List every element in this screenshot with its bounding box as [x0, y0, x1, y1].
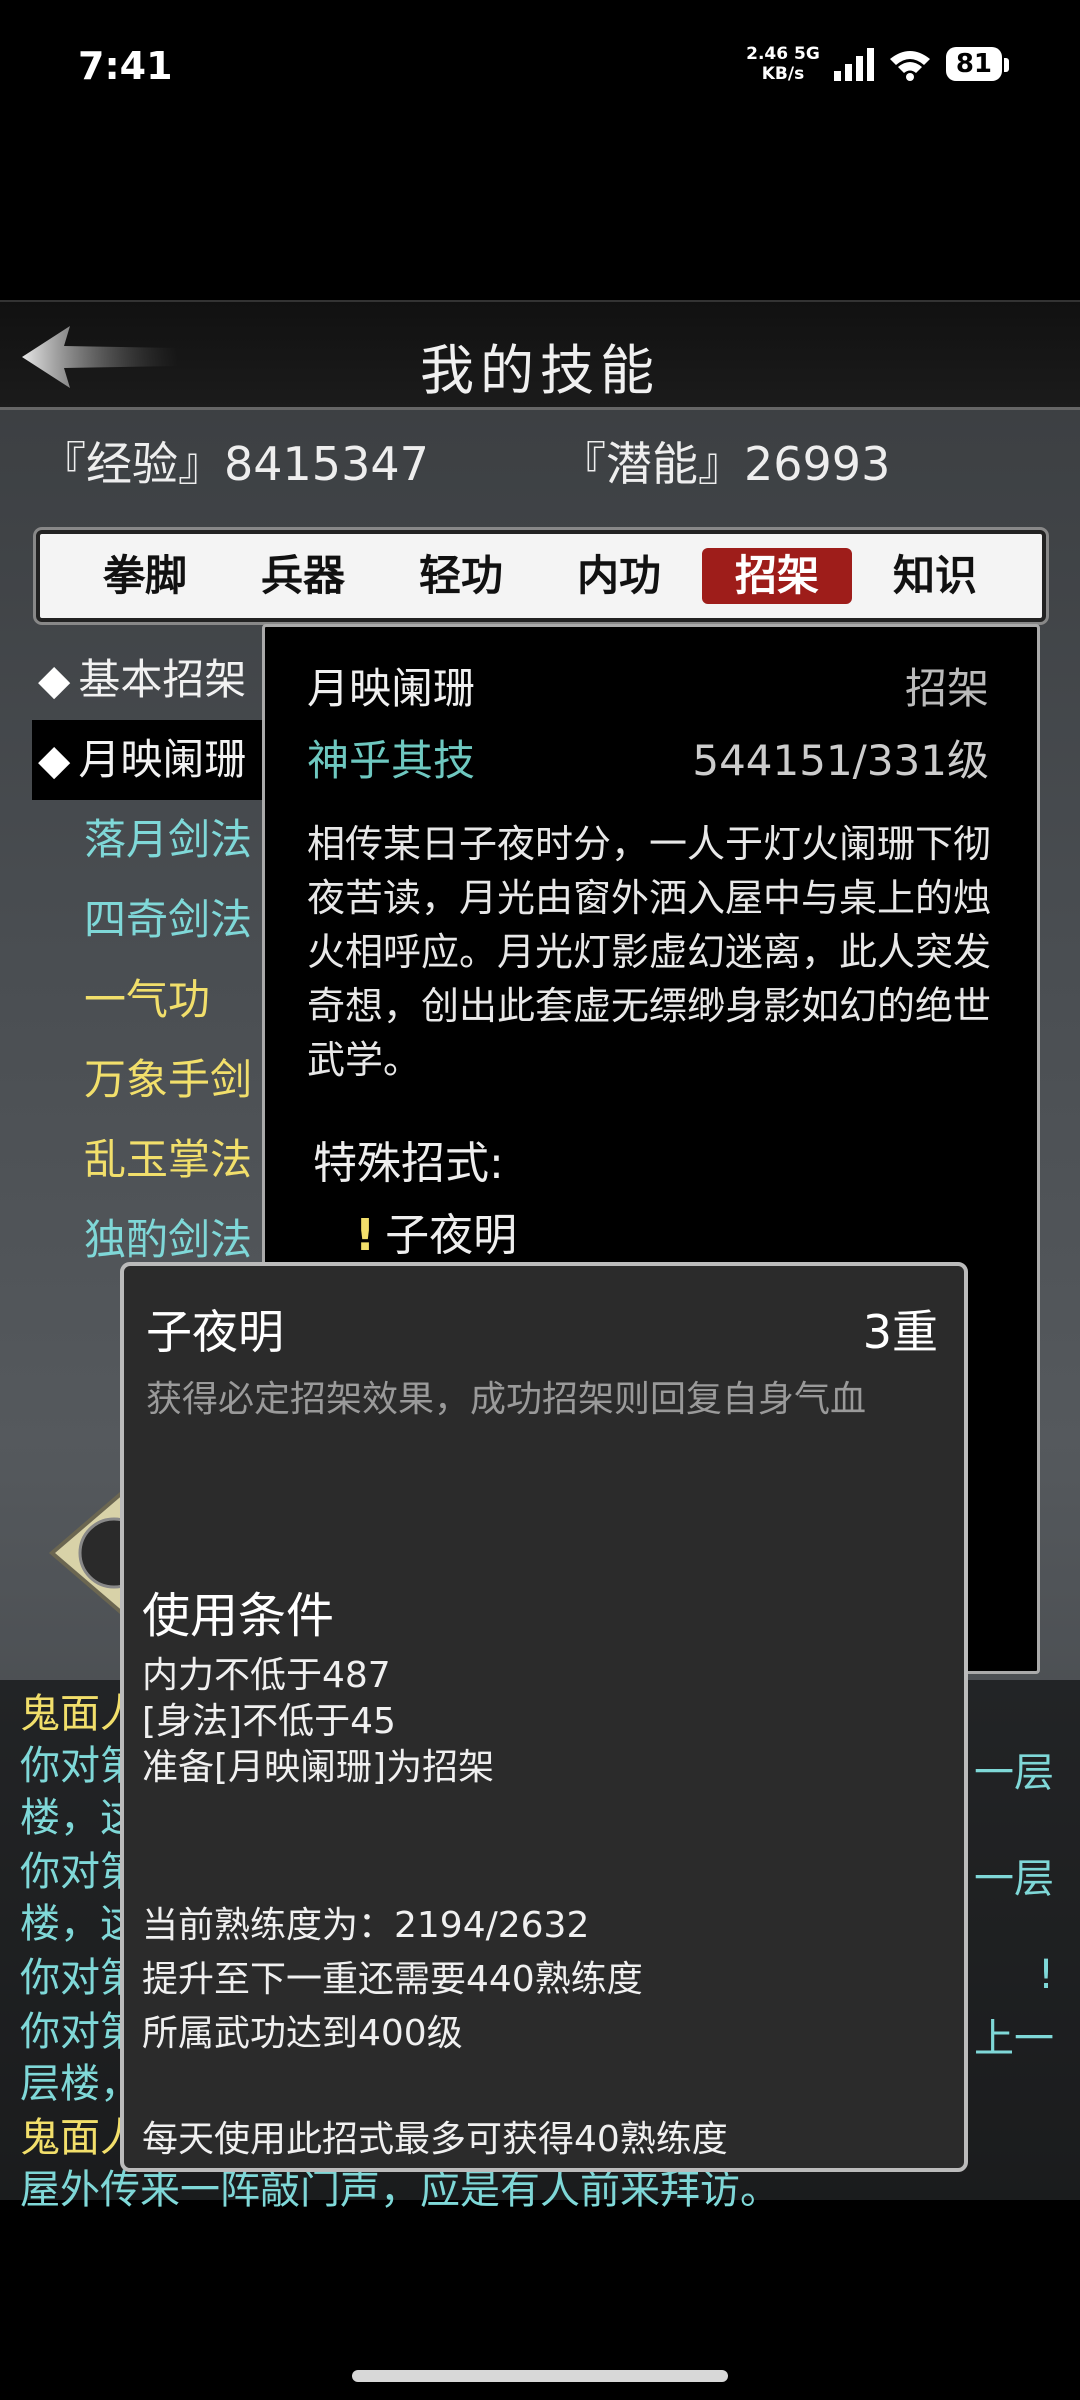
- skill-item[interactable]: ◆ 基本招架: [32, 640, 272, 720]
- skill-item[interactable]: 乱玉掌法: [32, 1120, 272, 1200]
- special-moves-title: 特殊招式:: [313, 1138, 504, 1189]
- skill-item[interactable]: 落月剑法: [32, 800, 272, 880]
- signal-icon: [833, 47, 874, 81]
- condition-item: 内力不低于487: [142, 1655, 391, 1696]
- battery-icon: 81: [945, 47, 1010, 81]
- net-speed: 2.46 5G KB/s: [746, 44, 820, 84]
- special-move-name: 子夜明: [385, 1210, 518, 1261]
- conditions-title: 使用条件: [142, 1588, 335, 1644]
- wifi-icon: [889, 51, 930, 81]
- log-fragment: 上一: [974, 2016, 1054, 2062]
- move-tooltip: 子夜明 3重 获得必定招架效果，成功招架则回复自身气血 使用条件 内力不低于48…: [120, 1262, 968, 2172]
- skill-item[interactable]: 万象手剑: [32, 1040, 272, 1120]
- status-icons: 2.46 5G KB/s 81: [746, 44, 1010, 84]
- skill-description: 相传某日子夜时分，一人于灯火阑珊下彻夜苦读，月光由窗外洒入屋中与桌上的烛火相呼应…: [307, 822, 992, 1082]
- skill-level: 544151/331级: [692, 736, 989, 785]
- proficiency-current: 当前熟练度为：2194/2632: [142, 1905, 590, 1946]
- skill-item-selected[interactable]: ◆ 月映阑珊: [32, 720, 272, 800]
- log-fragment: 一层: [974, 1856, 1054, 1902]
- log-fragment: 一层: [974, 1750, 1054, 1796]
- condition-item: 准备[月映阑珊]为招架: [142, 1747, 495, 1788]
- status-time: 7:41: [78, 44, 173, 88]
- skill-level-requirement: 所属武功达到400级: [142, 2013, 463, 2054]
- move-name: 子夜明: [146, 1305, 284, 1359]
- experience-value: 『经验』8415347: [40, 437, 429, 491]
- diamond-icon: ◆: [38, 655, 71, 704]
- tab-neigong[interactable]: 内功: [544, 548, 694, 604]
- title-bar: 我的技能: [0, 300, 1080, 410]
- special-move-item[interactable]: ! 子夜明: [355, 1199, 517, 1263]
- skill-type: 招架: [904, 664, 989, 713]
- move-effect: 获得必定招架效果，成功招架则回复自身气血: [146, 1379, 867, 1420]
- tab-zhaojia[interactable]: 招架: [702, 548, 852, 604]
- exclamation-icon: !: [355, 1210, 376, 1261]
- tab-bingqi[interactable]: 兵器: [228, 548, 378, 604]
- tab-quanjiao[interactable]: 拳脚: [70, 548, 220, 604]
- potential-value: 『潜能』26993: [560, 437, 891, 491]
- skill-list: ◆ 基本招架 ◆ 月映阑珊 落月剑法 四奇剑法 一气功 万象手剑 乱玉掌法 独酌剑法: [32, 640, 272, 1280]
- skill-name: 月映阑珊: [307, 664, 476, 713]
- skill-item[interactable]: 一气功: [32, 960, 272, 1040]
- tab-qinggong[interactable]: 轻功: [386, 548, 536, 604]
- page-title: 我的技能: [420, 339, 660, 402]
- skill-item[interactable]: 四奇剑法: [32, 880, 272, 960]
- log-fragment: !: [1037, 1952, 1054, 1998]
- skill-grade: 神乎其技: [307, 736, 476, 785]
- skill-category-tabs: 拳脚 兵器 轻功 内功 招架 知识: [36, 530, 1046, 622]
- daily-limit: 每天使用此招式最多可获得40熟练度: [142, 2119, 728, 2160]
- home-indicator[interactable]: [352, 2370, 728, 2382]
- move-rank: 3重: [862, 1305, 938, 1359]
- tab-zhishi[interactable]: 知识: [860, 548, 1010, 604]
- status-bar: 7:41 2.46 5G KB/s 81: [0, 0, 1080, 140]
- condition-item: [身法]不低于45: [142, 1701, 396, 1742]
- diamond-icon: ◆: [38, 735, 71, 784]
- proficiency-needed: 提升至下一重还需要440熟练度: [142, 1959, 643, 2000]
